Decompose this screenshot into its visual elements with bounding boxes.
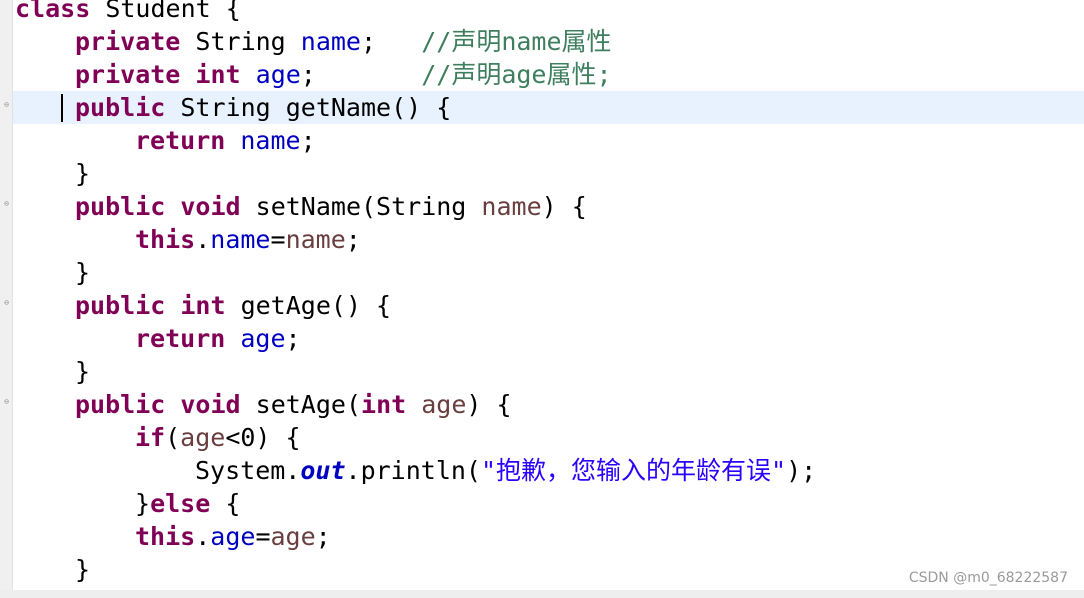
code-line-close-brace[interactable]: } [75, 157, 90, 190]
closing-brace: } [75, 258, 91, 287]
keyword-public: public [75, 192, 166, 221]
keyword-return: return [135, 126, 226, 155]
keyword-class: class [15, 0, 91, 23]
comment-name: //声明name属性 [421, 27, 612, 56]
keyword-private: private [75, 60, 181, 89]
code-line-assign-name[interactable]: this.name=name; [135, 223, 361, 256]
param-age: age [421, 390, 467, 419]
keyword-private: private [75, 27, 181, 56]
field-name: name [300, 27, 361, 56]
line-number-gutter [0, 0, 13, 590]
equals: = [255, 522, 271, 551]
keyword-return: return [135, 324, 226, 353]
keyword-int: int [195, 60, 241, 89]
text-cursor [61, 94, 63, 122]
code-line-close-brace[interactable]: } [75, 553, 90, 586]
code-line-else[interactable]: }else { [135, 487, 240, 520]
signature-end: ) { [541, 192, 587, 221]
field-name: name [240, 126, 301, 155]
method-signature: getAge() { [225, 291, 392, 320]
code-line-age-field[interactable]: private int age; //声明age属性; [75, 58, 612, 91]
static-field-out: out [300, 456, 346, 485]
keyword-public: public [75, 93, 166, 122]
field-name: name [210, 225, 271, 254]
field-age: age [210, 522, 256, 551]
code-line-setage[interactable]: public void setAge(int age) { [75, 388, 512, 421]
keyword-public: public [75, 291, 166, 320]
fold-collapse-icon[interactable]: ⊖ [2, 298, 11, 307]
keyword-int: int [361, 390, 407, 419]
method-signature: setName(String [240, 192, 482, 221]
open-paren: ( [165, 423, 181, 452]
comment-age: //声明age属性; [421, 60, 612, 89]
fold-collapse-icon[interactable]: ⊖ [2, 100, 11, 109]
param-age: age [180, 423, 226, 452]
field-age: age [240, 324, 286, 353]
semicolon: ; [300, 126, 316, 155]
keyword-this: this [135, 522, 196, 551]
equals: = [270, 225, 286, 254]
semicolon: ; [345, 225, 361, 254]
closing-brace: } [75, 357, 91, 386]
field-age: age [255, 60, 301, 89]
keyword-public: public [75, 390, 166, 419]
watermark: CSDN @m0_68222587 [908, 570, 1068, 586]
semicolon: ; [300, 60, 422, 89]
param-name: name [481, 192, 542, 221]
closing-brace: } [75, 159, 91, 188]
code-editor[interactable]: ⊖ ⊖ ⊖ ⊖ class Student { private String n… [0, 0, 1084, 598]
code-line-setname[interactable]: public void setName(String name) { [75, 190, 587, 223]
fold-collapse-icon[interactable]: ⊖ [2, 397, 11, 406]
println-call: .println( [345, 456, 481, 485]
keyword-void: void [180, 390, 241, 419]
code-line-class-declaration[interactable]: class Student { [15, 0, 241, 25]
param-name: name [285, 225, 346, 254]
semicolon: ; [285, 324, 301, 353]
keyword-void: void [180, 192, 241, 221]
editor-bottom-strip [0, 590, 1084, 598]
signature-end: ) { [466, 390, 512, 419]
fold-collapse-icon[interactable]: ⊖ [2, 199, 11, 208]
code-line-name-field[interactable]: private String name; //声明name属性 [75, 25, 612, 58]
closing-brace: } [135, 489, 151, 518]
call-end: ); [786, 456, 817, 485]
keyword-int: int [180, 291, 226, 320]
code-line-println[interactable]: System.out.println("抱歉，您输入的年龄有误"); [195, 454, 816, 487]
code-line-assign-age[interactable]: this.age=age; [135, 520, 331, 553]
code-line-return-age[interactable]: return age; [135, 322, 301, 355]
code-line-close-brace[interactable]: } [75, 355, 90, 388]
method-signature: setAge( [240, 390, 362, 419]
string-literal: "抱歉，您输入的年龄有误" [480, 456, 787, 485]
code-line-getage[interactable]: public int getAge() { [75, 289, 391, 322]
class-name: Student { [90, 0, 241, 23]
open-brace: { [210, 489, 241, 518]
semicolon: ; [315, 522, 331, 551]
method-signature: String getName() { [165, 93, 452, 122]
code-line-close-brace[interactable]: } [75, 256, 90, 289]
dot: . [195, 522, 211, 551]
semicolon: ; [361, 27, 422, 56]
param-age: age [270, 522, 316, 551]
condition-rest: <0) { [225, 423, 301, 452]
code-line-return-name[interactable]: return name; [135, 124, 316, 157]
type-string: String [180, 27, 301, 56]
closing-brace: } [75, 555, 91, 584]
keyword-this: this [135, 225, 196, 254]
code-line-if[interactable]: if(age<0) { [135, 421, 301, 454]
dot: . [195, 225, 211, 254]
keyword-if: if [135, 423, 166, 452]
code-line-getname[interactable]: public String getName() { [75, 91, 451, 124]
system-class: System. [195, 456, 301, 485]
keyword-else: else [150, 489, 211, 518]
